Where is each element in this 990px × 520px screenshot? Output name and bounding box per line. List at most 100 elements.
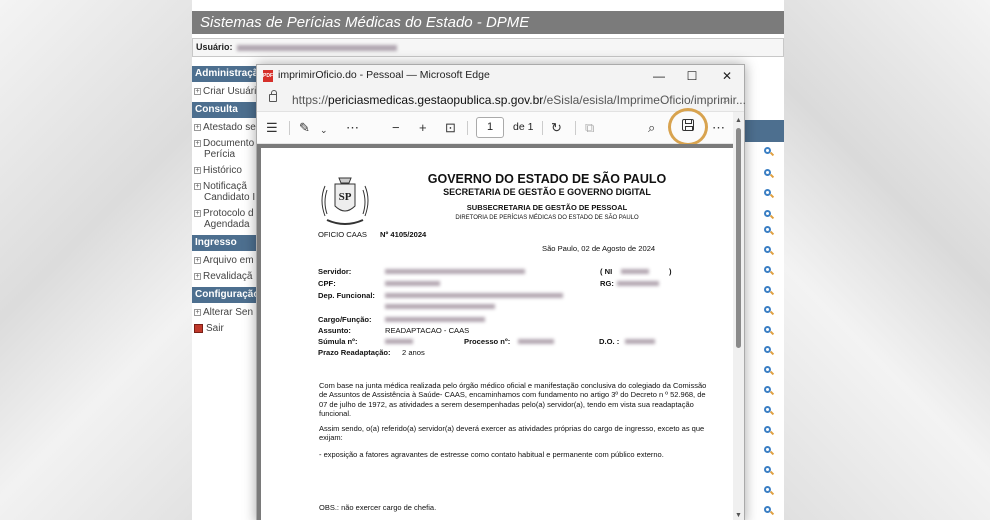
more-icon[interactable]: ⋯ xyxy=(346,120,359,136)
menu-item-atestado[interactable]: + Atestado se xyxy=(192,122,262,133)
settings-more-icon[interactable]: ⋯ xyxy=(712,120,725,136)
view-record-icon[interactable] xyxy=(764,446,775,456)
redacted-sumula xyxy=(385,339,413,344)
menu-header-admin: Administração xyxy=(192,66,262,82)
doc-date: São Paulo, 02 de Agosto de 2024 xyxy=(542,244,656,253)
expand-icon: + xyxy=(194,139,201,147)
redacted-dep-2 xyxy=(385,304,495,309)
expand-icon: + xyxy=(194,308,201,316)
maximize-icon[interactable]: ☐ xyxy=(682,67,702,85)
user-label: Usuário: xyxy=(196,42,233,52)
label-do: D.O. : xyxy=(599,337,620,346)
view-record-icon[interactable] xyxy=(764,306,775,316)
paragraph-2: Assim sendo, o(a) referido(a) servidor(a… xyxy=(319,424,705,443)
view-record-icon[interactable] xyxy=(764,189,775,199)
view-record-icon[interactable] xyxy=(764,210,775,220)
label-prazo: Prazo Readaptação: xyxy=(318,348,391,357)
view-record-icon[interactable] xyxy=(764,226,775,236)
rotate-icon[interactable]: ↻ xyxy=(551,120,562,136)
minimize-icon[interactable]: — xyxy=(649,67,669,85)
menu-item-revalidacao[interactable]: + Revalidaçã xyxy=(192,271,262,282)
oficio-number: Nº 4105/2024 xyxy=(380,230,427,239)
view-record-icon[interactable] xyxy=(764,346,775,356)
label-cargo: Cargo/Função: xyxy=(318,315,372,324)
edge-pdf-window: PDF imprimirOficio.do - Pessoal — Micros… xyxy=(256,64,746,520)
scroll-down-icon[interactable]: ▼ xyxy=(735,512,742,519)
view-record-icon[interactable] xyxy=(764,386,775,396)
redacted-cargo xyxy=(385,317,485,322)
highlight-circle xyxy=(668,108,708,146)
scrollbar-thumb[interactable] xyxy=(736,128,741,348)
view-record-icon[interactable] xyxy=(764,466,775,476)
menu-item-historico[interactable]: + Histórico xyxy=(192,165,262,176)
label-rg: RG: xyxy=(600,279,614,288)
menu-item-alterar-senha[interactable]: + Alterar Sen xyxy=(192,307,262,318)
assunto-value: READAPTACAO - CAAS xyxy=(385,326,470,335)
divider xyxy=(467,121,468,135)
page-number-input[interactable]: 1 xyxy=(476,117,504,138)
divider xyxy=(542,121,543,135)
menu-item-documento-pericia[interactable]: + Documento Perícia xyxy=(192,138,262,160)
menu-item-criar-usuario[interactable]: + Criar Usuário xyxy=(192,86,262,97)
label-servidor: Servidor: xyxy=(318,267,352,276)
pdf-icon: PDF xyxy=(263,70,273,82)
side-menu: Administração + Criar Usuário Consulta + A… xyxy=(192,66,262,339)
label-cpf: CPF: xyxy=(318,279,336,288)
view-record-icon[interactable] xyxy=(764,426,775,436)
view-record-icon[interactable] xyxy=(764,147,775,157)
url-text[interactable]: https://periciasmedicas.gestaopublica.sp… xyxy=(292,93,746,107)
view-record-icon[interactable] xyxy=(764,246,775,256)
view-record-icon[interactable] xyxy=(764,326,775,336)
fit-page-icon[interactable]: ⊡ xyxy=(445,120,456,136)
menu-header-configuracao: Configuração xyxy=(192,287,262,303)
expand-icon: + xyxy=(194,166,201,174)
background-right xyxy=(784,0,990,520)
zoom-icon[interactable]: ⌕ xyxy=(723,92,730,107)
view-record-icon[interactable] xyxy=(764,366,775,376)
expand-icon: + xyxy=(194,182,201,190)
view-record-icon[interactable] xyxy=(764,266,775,276)
expand-icon: + xyxy=(194,209,201,217)
zoom-in-icon[interactable]: + xyxy=(419,120,427,136)
prazo-value: 2 anos xyxy=(402,348,425,357)
paragraph-1: Com base na junta médica realizada pelo … xyxy=(319,381,707,418)
lock-icon xyxy=(269,90,277,102)
menu-header-ingresso: Ingresso xyxy=(192,235,262,251)
page-count: de 1 xyxy=(513,121,534,133)
contents-icon[interactable]: ☰ xyxy=(266,120,278,136)
window-titlebar: PDF imprimirOficio.do - Pessoal — Micros… xyxy=(257,65,744,87)
site-title: Sistemas de Perícias Médicas do Estado -… xyxy=(192,11,784,34)
expand-icon: + xyxy=(194,123,201,131)
redacted-servidor xyxy=(385,269,525,274)
draw-icon[interactable]: ✎ xyxy=(299,120,310,136)
label-processo: Processo nº: xyxy=(464,337,511,346)
view-record-icon[interactable] xyxy=(764,169,775,179)
menu-item-arquivo[interactable]: + Arquivo em xyxy=(192,255,262,266)
doc-header-2: SECRETARIA DE GESTÃO E GOVERNO DIGITAL xyxy=(443,187,651,197)
search-icon[interactable]: ⌕ xyxy=(648,120,655,136)
menu-item-protocolo[interactable]: + Protocolo d Agendada xyxy=(192,208,262,230)
view-record-icon[interactable] xyxy=(764,486,775,496)
menu-item-sair[interactable]: Sair xyxy=(192,323,262,334)
scrollbar[interactable]: ▲ ▼ xyxy=(733,112,744,520)
obs-text: OBS.: não exercer cargo de chefia. xyxy=(319,503,437,512)
redacted-processo xyxy=(518,339,554,344)
chevron-down-icon[interactable]: ⌄ xyxy=(320,122,328,138)
close-icon[interactable]: ✕ xyxy=(717,67,737,85)
expand-icon: + xyxy=(194,87,201,95)
page-view-icon[interactable]: ⧉ xyxy=(585,120,594,136)
view-record-icon[interactable] xyxy=(764,506,775,516)
scroll-up-icon[interactable]: ▲ xyxy=(735,117,742,124)
menu-item-notificacao[interactable]: + Notificaçã Candidato I xyxy=(192,181,262,203)
view-record-icon[interactable] xyxy=(764,406,775,416)
address-bar[interactable]: https://periciasmedicas.gestaopublica.sp… xyxy=(257,87,746,112)
oficio-label: OFICIO CAAS xyxy=(318,230,367,239)
divider xyxy=(289,121,290,135)
view-record-icon[interactable] xyxy=(764,286,775,296)
menu-header-consulta: Consulta xyxy=(192,102,262,118)
doc-header-1: GOVERNO DO ESTADO DE SÃO PAULO xyxy=(427,172,667,186)
pdf-toolbar: ☰ ✎ ⌄ ⋯ − + ⊡ 1 de 1 ↻ ⧉ ⌕ ⋯ xyxy=(257,108,744,146)
user-name-redacted xyxy=(236,44,397,51)
zoom-out-icon[interactable]: − xyxy=(392,120,400,136)
label-sumula: Súmula nº: xyxy=(318,337,358,346)
